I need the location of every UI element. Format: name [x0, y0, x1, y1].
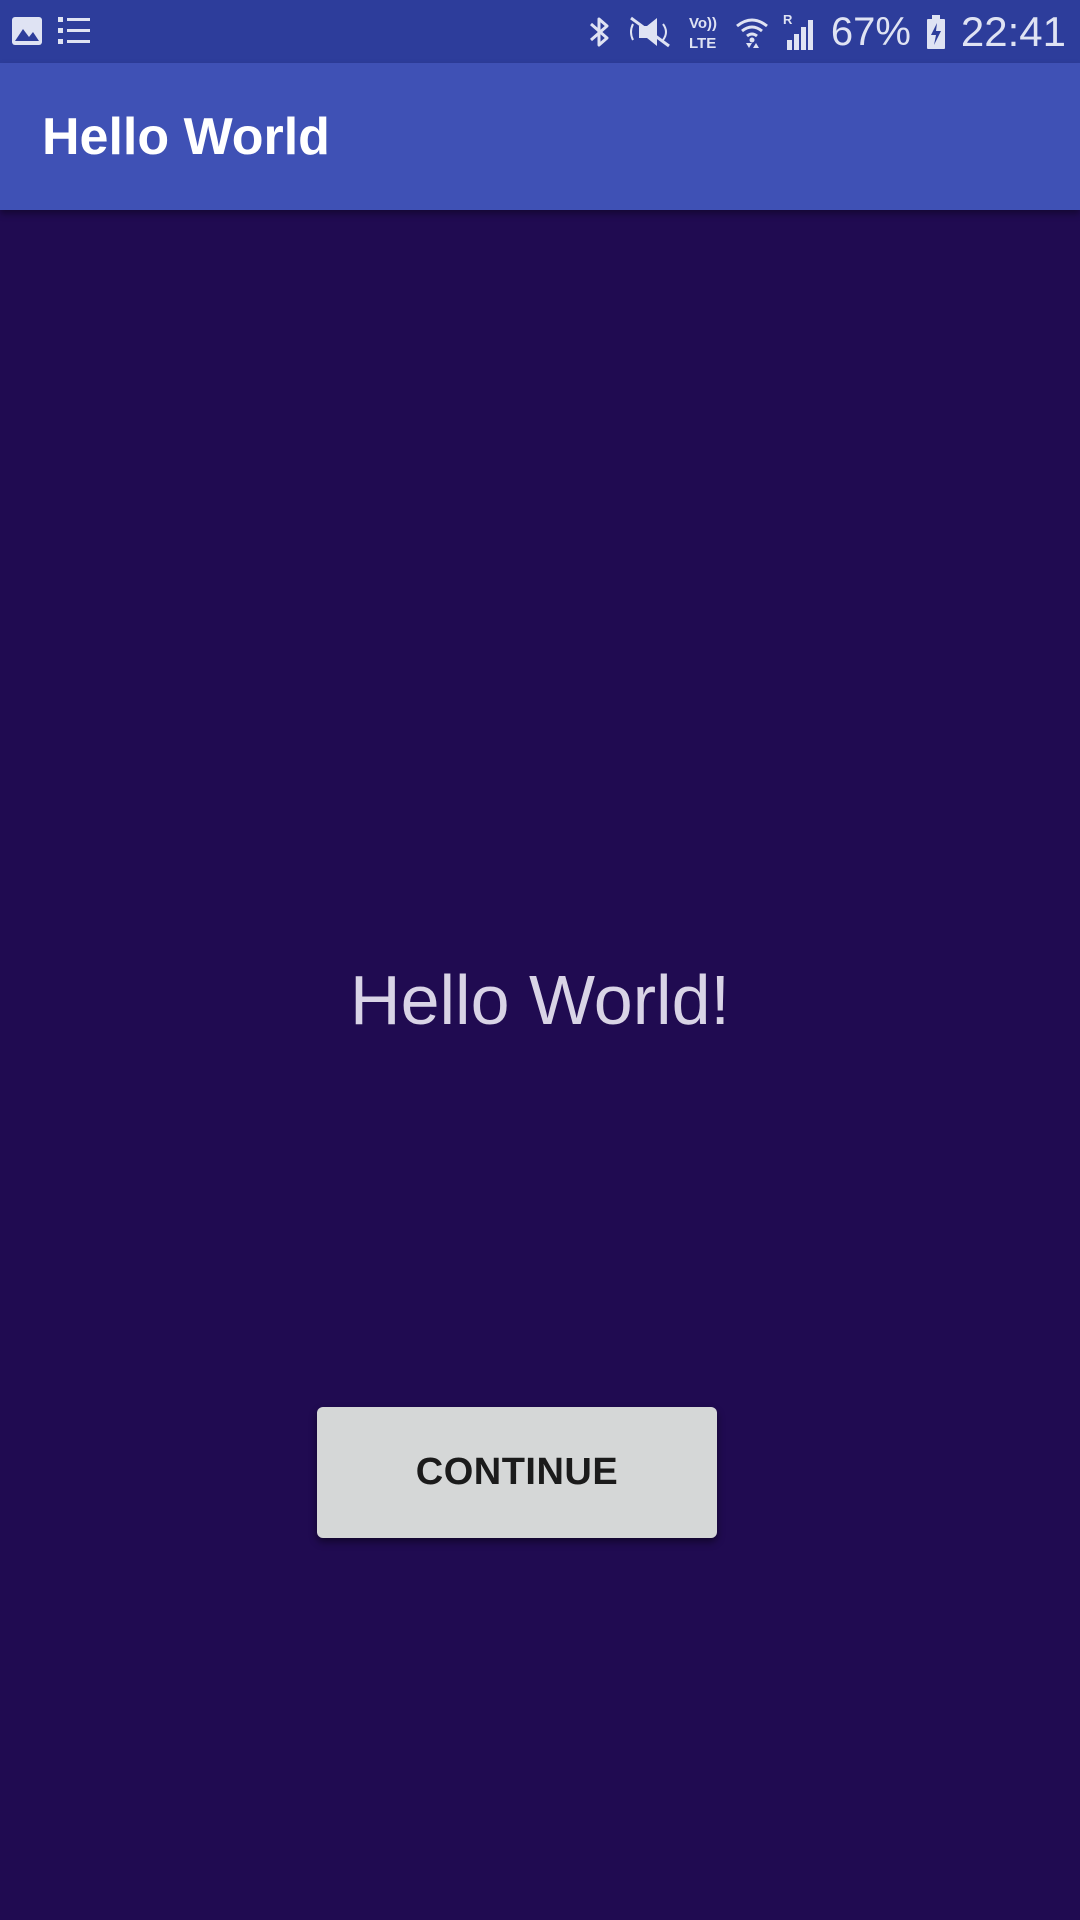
status-clock: 22:41: [960, 8, 1066, 55]
list-icon: [56, 14, 92, 48]
image-icon: [10, 14, 44, 48]
app-title: Hello World: [42, 108, 330, 166]
hello-message: Hello World!: [350, 961, 730, 1039]
battery-percent: 67%: [830, 9, 911, 54]
bluetooth-icon: [587, 14, 613, 50]
app-bar: Hello World: [0, 63, 1080, 210]
status-left-icons: [10, 14, 92, 48]
signal-icon: R: [783, 12, 817, 52]
volte-icon: Vo)) LTE: [687, 12, 721, 52]
wifi-icon: [735, 14, 769, 50]
status-right-icons: Vo)) LTE R 67% 22:41: [587, 6, 1066, 58]
battery-icon: [925, 14, 947, 50]
volte-bottom-text: LTE: [689, 35, 716, 52]
volte-top-text: Vo)): [689, 15, 717, 32]
mute-icon: [627, 14, 673, 50]
status-bar: Vo)) LTE R 67% 22:41: [0, 0, 1080, 63]
continue-button[interactable]: CONTINUE: [317, 1407, 717, 1538]
roaming-text: R: [783, 12, 793, 27]
